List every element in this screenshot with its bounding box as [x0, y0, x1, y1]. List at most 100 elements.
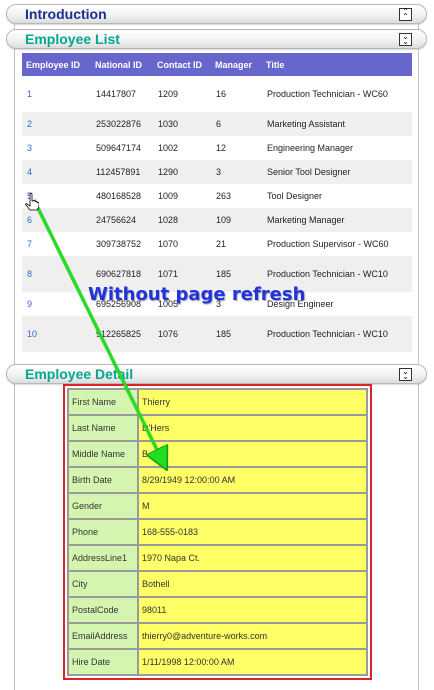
national-id-cell: 509647174 [96, 143, 142, 153]
contact-id-cell: 1009 [158, 191, 179, 201]
employee-grid: Employee ID National ID Contact ID Manag… [22, 53, 412, 352]
detail-value: M [137, 492, 368, 520]
employee-id-link[interactable]: 7 [22, 232, 91, 256]
detail-value: 98011 [137, 596, 368, 624]
detail-row: Birth Date 8/29/1949 12:00:00 AM [67, 466, 368, 494]
chevron-down-icon[interactable]: ⌄ ⌄ [399, 368, 412, 381]
employee-detail-title: Employee Detail [25, 366, 134, 382]
detail-value: 1970 Napa Ct. [137, 544, 368, 572]
national-id-cell: 253022876 [91, 112, 153, 136]
employee-id-link[interactable]: 4 [22, 160, 91, 184]
column-header-title[interactable]: Title [262, 53, 412, 76]
table-row: 4 112457891 1290 3 Senior Tool Designer [22, 160, 412, 184]
employee-id-link[interactable]: 6 [22, 208, 91, 232]
detail-row: First Name Thierry [67, 388, 368, 416]
table-row: 1 14417807 1209 16 Production Technician… [22, 76, 412, 112]
title-cell: Production Technician - WC60 [267, 89, 388, 99]
manager-cell: 109 [211, 208, 262, 232]
title-cell: Production Supervisor - WC60 [267, 239, 389, 249]
table-row: 5 480168528 1009 263 Tool Designer [22, 184, 412, 208]
manager-cell: 3 [211, 160, 262, 184]
employee-detail-header[interactable]: Employee Detail ⌄ ⌄ [6, 364, 427, 384]
table-row: 10 912265825 1076 185 Production Technic… [22, 316, 412, 352]
employee-list-header[interactable]: Employee List ⌄ ⌄ [6, 29, 427, 49]
detail-row: Gender M [67, 492, 368, 520]
employee-id-link[interactable]: 8 [22, 256, 91, 292]
title-cell: Senior Tool Designer [262, 160, 412, 184]
contact-id-cell: 1076 [153, 316, 211, 352]
detail-label: City [67, 570, 139, 598]
grid-header-row: Employee ID National ID Contact ID Manag… [22, 53, 412, 76]
national-id-cell: 14417807 [96, 89, 137, 99]
detail-value: 8/29/1949 12:00:00 AM [137, 466, 368, 494]
table-row: 2 253022876 1030 6 Marketing Assistant [22, 112, 412, 136]
detail-value: D'Hers [137, 414, 368, 442]
employee-detail-table: First Name Thierry Last Name D'Hers Middle… [67, 388, 368, 676]
detail-label: Phone [67, 518, 139, 546]
title-cell: Tool Designer [267, 191, 323, 201]
detail-row: AddressLine1 1970 Napa Ct. [67, 544, 368, 572]
column-header-manager[interactable]: Manager [211, 53, 262, 76]
national-id-cell: 480168528 [96, 191, 142, 201]
national-id-cell: 24756624 [91, 208, 153, 232]
manager-cell: 16 [216, 89, 227, 99]
detail-label: Middle Name [67, 440, 139, 468]
detail-label: PostalCode [67, 596, 139, 624]
table-row: 7 309738752 1070 21 Production Superviso… [22, 232, 412, 256]
contact-id-cell: 1070 [158, 239, 179, 249]
introduction-title: Introduction [25, 6, 107, 22]
detail-row: Phone 168-555-0183 [67, 518, 368, 546]
detail-row: Hire Date 1/11/1998 12:00:00 AM [67, 648, 368, 676]
detail-value: Thierry [137, 388, 368, 416]
detail-label: First Name [67, 388, 139, 416]
detail-row: PostalCode 98011 [67, 596, 368, 624]
table-row: 3 509647174 1002 12 Engineering Manager [22, 136, 412, 160]
detail-label: Last Name [67, 414, 139, 442]
detail-row: Last Name D'Hers [67, 414, 368, 442]
contact-id-cell: 1030 [153, 112, 211, 136]
employee-id-link[interactable]: 9 [22, 292, 91, 316]
manager-cell: 185 [211, 316, 262, 352]
panel-frame-left [14, 22, 15, 690]
employee-id-link[interactable]: 2 [22, 112, 91, 136]
detail-value: B [137, 440, 368, 468]
title-cell: Marketing Assistant [262, 112, 412, 136]
panel-frame-right [418, 22, 419, 690]
detail-value: Bothell [137, 570, 368, 598]
detail-row: Middle Name B [67, 440, 368, 468]
detail-row: EmailAddress thierry0@adventure-works.com [67, 622, 368, 650]
employee-id-link[interactable]: 1 [22, 76, 91, 112]
detail-label: EmailAddress [67, 622, 139, 650]
column-header-employee-id[interactable]: Employee ID [22, 53, 91, 76]
detail-label: Hire Date [67, 648, 139, 676]
column-header-national-id[interactable]: National ID [91, 53, 153, 76]
title-cell: Engineering Manager [267, 143, 354, 153]
manager-cell: 21 [216, 239, 227, 249]
title-cell: Production Technician - WC10 [262, 316, 412, 352]
chevron-down-icon[interactable]: ⌄ ⌄ [399, 33, 412, 46]
national-id-cell: 912265825 [91, 316, 153, 352]
national-id-cell: 309738752 [96, 239, 142, 249]
detail-value: 168-555-0183 [137, 518, 368, 546]
table-row: 6 24756624 1028 109 Marketing Manager [22, 208, 412, 232]
contact-id-cell: 1209 [158, 89, 179, 99]
manager-cell: 6 [211, 112, 262, 136]
detail-value: thierry0@adventure-works.com [137, 622, 368, 650]
contact-id-cell: 1290 [153, 160, 211, 184]
hand-cursor-icon [25, 193, 39, 211]
introduction-header[interactable]: Introduction ⌃ ⌃ [6, 4, 427, 24]
column-header-contact-id[interactable]: Contact ID [153, 53, 211, 76]
annotation-text: Without page refresh [88, 284, 306, 305]
detail-label: Gender [67, 492, 139, 520]
detail-label: Birth Date [67, 466, 139, 494]
detail-row: City Bothell [67, 570, 368, 598]
employee-id-link[interactable]: 10 [22, 316, 91, 352]
employee-id-link[interactable]: 3 [22, 136, 91, 160]
manager-cell: 12 [216, 143, 227, 153]
title-cell: Marketing Manager [262, 208, 412, 232]
detail-value: 1/11/1998 12:00:00 AM [137, 648, 368, 676]
chevron-up-icon[interactable]: ⌃ ⌃ [399, 8, 412, 21]
detail-label: AddressLine1 [67, 544, 139, 572]
employee-list-title: Employee List [25, 31, 120, 47]
national-id-cell: 112457891 [91, 160, 153, 184]
